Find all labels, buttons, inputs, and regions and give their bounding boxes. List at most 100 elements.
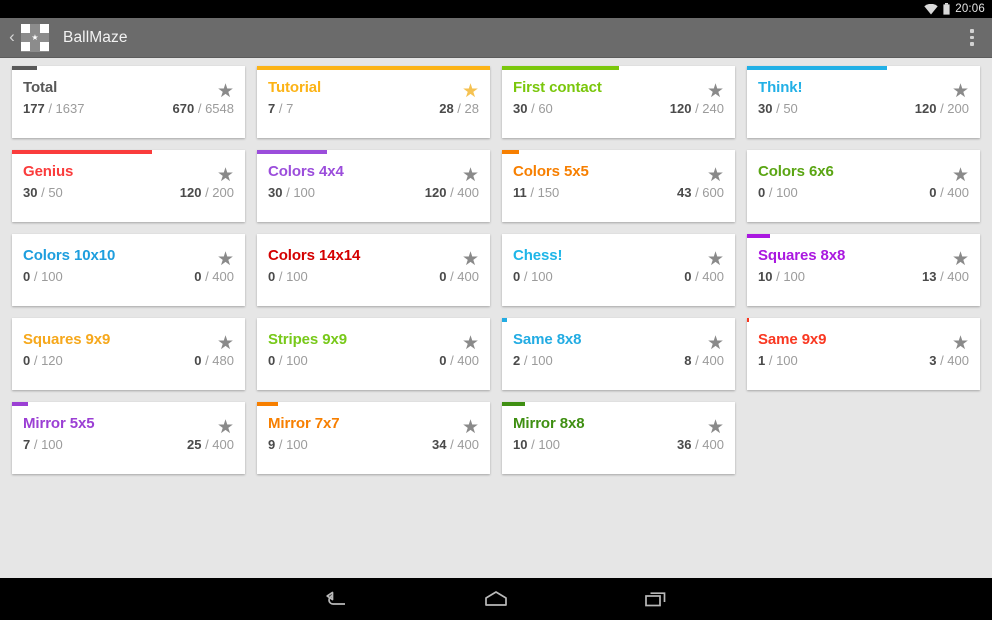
card-body: Colors 5x5 11 / 150 43 / 600 (513, 150, 724, 200)
levels-stat: 0 / 100 (758, 185, 798, 200)
progress-track (502, 66, 735, 70)
card-stats-row: 10 / 100 13 / 400 (758, 269, 969, 284)
progress-track (747, 318, 980, 322)
levels-stat: 30 / 60 (513, 101, 553, 116)
level-pack-card-wrapper: Colors 6x6 0 / 100 0 / 400 ★ (741, 150, 986, 234)
levels-stat: 0 / 100 (268, 353, 308, 368)
level-pack-card[interactable]: Colors 4x4 30 / 100 120 / 400 ★ (257, 150, 490, 222)
progress-track (12, 234, 245, 238)
levels-stat: 11 / 150 (513, 185, 560, 200)
card-stats-row: 0 / 100 0 / 400 (268, 269, 479, 284)
level-pack-card[interactable]: Same 9x9 1 / 100 3 / 400 ★ (747, 318, 980, 390)
level-pack-card[interactable]: Genius 30 / 50 120 / 200 ★ (12, 150, 245, 222)
level-pack-card-wrapper: Same 9x9 1 / 100 3 / 400 ★ (741, 318, 986, 402)
level-pack-card[interactable]: Stripes 9x9 0 / 100 0 / 400 ★ (257, 318, 490, 390)
up-navigation-caret-icon[interactable]: ‹ (4, 28, 20, 47)
android-navigation-bar (0, 578, 992, 620)
levels-stat: 7 / 7 (268, 101, 294, 116)
levels-stat: 30 / 50 (23, 185, 63, 200)
star-icon: ★ (951, 165, 969, 186)
back-icon[interactable] (313, 584, 359, 614)
stars-stat: 13 / 400 (921, 269, 969, 284)
card-stats-row: 2 / 100 8 / 400 (513, 353, 724, 368)
star-icon: ★ (216, 333, 234, 354)
level-pack-card-wrapper: Think! 30 / 50 120 / 200 ★ (741, 66, 986, 150)
level-pack-card-wrapper: Squares 9x9 0 / 120 0 / 480 ★ (6, 318, 251, 402)
stars-stat: 43 / 600 (676, 185, 724, 200)
level-pack-card-wrapper: Mirror 5x5 7 / 100 25 / 400 ★ (6, 402, 251, 486)
recents-icon[interactable] (633, 584, 679, 614)
levels-stat: 0 / 120 (23, 353, 63, 368)
progress-track (257, 318, 490, 322)
levels-stat: 0 / 100 (513, 269, 553, 284)
level-pack-card[interactable]: Colors 5x5 11 / 150 43 / 600 ★ (502, 150, 735, 222)
card-title: Colors 10x10 (23, 247, 116, 264)
progress-track (257, 234, 490, 238)
card-stats-row: 11 / 150 43 / 600 (513, 185, 724, 200)
progress-fill (502, 150, 519, 154)
progress-track (747, 66, 980, 70)
level-pack-card[interactable]: Think! 30 / 50 120 / 200 ★ (747, 66, 980, 138)
level-pack-card[interactable]: Total 177 / 1637 670 / 6548 ★ (12, 66, 245, 138)
stars-stat: 28 / 28 (439, 101, 479, 116)
progress-track (12, 150, 245, 154)
card-title: Stripes 9x9 (268, 331, 347, 348)
card-body: Mirror 8x8 10 / 100 36 / 400 (513, 402, 724, 452)
level-pack-card[interactable]: Mirror 5x5 7 / 100 25 / 400 ★ (12, 402, 245, 474)
levels-stat: 30 / 50 (758, 101, 798, 116)
card-body: First contact 30 / 60 120 / 240 (513, 66, 724, 116)
level-pack-card[interactable]: Tutorial 7 / 7 28 / 28 ★ (257, 66, 490, 138)
progress-fill (12, 150, 152, 154)
levels-stat: 10 / 100 (758, 269, 806, 284)
star-icon: ★ (461, 249, 479, 270)
progress-track (257, 150, 490, 154)
card-title: Squares 8x8 (758, 247, 846, 264)
progress-fill (747, 66, 887, 70)
card-stats-row: 0 / 100 0 / 400 (758, 185, 969, 200)
star-icon: ★ (706, 165, 724, 186)
app-title: BallMaze (63, 28, 128, 46)
card-stats-row: 10 / 100 36 / 400 (513, 437, 724, 452)
overflow-menu-icon[interactable] (952, 18, 992, 58)
home-icon[interactable] (473, 584, 519, 614)
card-title: First contact (513, 79, 602, 96)
ballmaze-checkerboard-star-icon[interactable]: ★ (21, 23, 49, 52)
card-title: Mirror 5x5 (23, 415, 95, 432)
stars-stat: 25 / 400 (186, 437, 234, 452)
card-stats-row: 177 / 1637 670 / 6548 (23, 101, 234, 116)
app-root: 20:06 ‹ ★ BallMaze Total 177 / 1637 670 / … (0, 0, 992, 620)
levels-stat: 7 / 100 (23, 437, 63, 452)
progress-fill (747, 318, 750, 322)
card-stats-row: 1 / 100 3 / 400 (758, 353, 969, 368)
level-pack-card[interactable]: Chess! 0 / 100 0 / 400 ★ (502, 234, 735, 306)
level-pack-card-wrapper: Colors 10x10 0 / 100 0 / 400 ★ (6, 234, 251, 318)
level-pack-card[interactable]: Squares 9x9 0 / 120 0 / 480 ★ (12, 318, 245, 390)
card-body: Mirror 7x7 9 / 100 34 / 400 (268, 402, 479, 452)
card-title: Mirror 8x8 (513, 415, 585, 432)
card-body: Squares 8x8 10 / 100 13 / 400 (758, 234, 969, 284)
progress-fill (257, 402, 278, 406)
stars-stat: 120 / 240 (669, 101, 724, 116)
level-pack-card[interactable]: Mirror 8x8 10 / 100 36 / 400 ★ (502, 402, 735, 474)
level-pack-card[interactable]: Colors 14x14 0 / 100 0 / 400 ★ (257, 234, 490, 306)
card-body: Stripes 9x9 0 / 100 0 / 400 (268, 318, 479, 368)
card-stats-row: 9 / 100 34 / 400 (268, 437, 479, 452)
level-pack-card[interactable]: Same 8x8 2 / 100 8 / 400 ★ (502, 318, 735, 390)
level-pack-card[interactable]: Colors 6x6 0 / 100 0 / 400 ★ (747, 150, 980, 222)
level-pack-card[interactable]: First contact 30 / 60 120 / 240 ★ (502, 66, 735, 138)
stars-stat: 0 / 400 (439, 269, 479, 284)
levels-stat: 30 / 100 (268, 185, 316, 200)
level-pack-card[interactable]: Mirror 7x7 9 / 100 34 / 400 ★ (257, 402, 490, 474)
level-pack-card[interactable]: Squares 8x8 10 / 100 13 / 400 ★ (747, 234, 980, 306)
star-icon: ★ (216, 81, 234, 102)
card-title: Same 8x8 (513, 331, 582, 348)
card-body: Tutorial 7 / 7 28 / 28 (268, 66, 479, 116)
card-body: Total 177 / 1637 670 / 6548 (23, 66, 234, 116)
card-body: Squares 9x9 0 / 120 0 / 480 (23, 318, 234, 368)
card-body: Same 8x8 2 / 100 8 / 400 (513, 318, 724, 368)
stars-stat: 0 / 400 (439, 353, 479, 368)
star-icon: ★ (461, 417, 479, 438)
level-pack-card[interactable]: Colors 10x10 0 / 100 0 / 400 ★ (12, 234, 245, 306)
progress-fill (12, 402, 29, 406)
level-pack-grid: Total 177 / 1637 670 / 6548 ★ Tutorial 7 / 72… (0, 58, 992, 576)
